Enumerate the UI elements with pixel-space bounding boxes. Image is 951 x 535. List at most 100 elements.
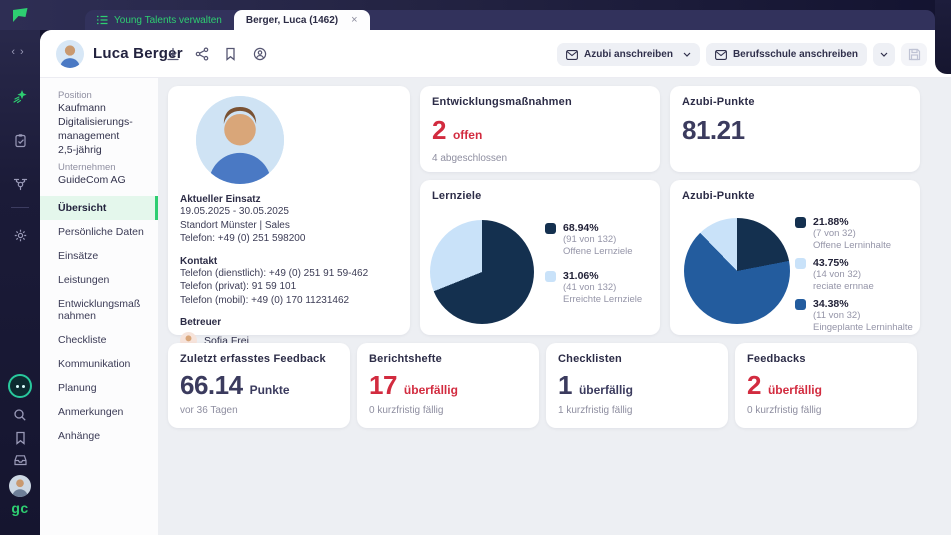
card-title: Lernziele (432, 190, 648, 202)
legend-swatch (795, 258, 806, 269)
app-window: ‹› gc (0, 0, 951, 535)
phone-mobil: Telefon (mobil): +49 (0) 170 11231462 (180, 295, 398, 308)
feedbacks-suffix: überfällig (768, 383, 822, 397)
inbox-icon[interactable] (0, 453, 40, 467)
kontakt-label: Kontakt (180, 256, 398, 267)
tab-young-talents[interactable]: Young Talents verwalten (85, 10, 234, 30)
sidebar-item-entwicklungsmassnahmen[interactable]: Entwicklungsmaßnahmen (40, 292, 152, 328)
close-icon[interactable]: × (351, 14, 357, 26)
azubi-punkte-legend: 21.88% (7 von 32) Offene Lerninhalte 43.… (795, 216, 913, 333)
phone-privat: Telefon (privat): 91 59 101 (180, 281, 398, 294)
legend-swatch (795, 217, 806, 228)
azubi-punkte-chart-card: Azubi-Punkte 21.88% (7 von 32) Offene Le… (670, 180, 920, 335)
sidebar-item-persoenliche-daten[interactable]: Persönliche Daten (40, 220, 158, 244)
sidebar-item-checkliste[interactable]: Checkliste (40, 328, 158, 352)
sidebar-item-anmerkungen[interactable]: Anmerkungen (40, 400, 158, 424)
berufsschule-anschreiben-button[interactable]: Berufsschule anschreiben (706, 43, 867, 66)
checklisten-value: 1 (558, 371, 572, 399)
checklisten-stat-card: Checklisten 1 überfällig 1 kurzfristig f… (546, 343, 728, 428)
sidebar-item-uebersicht[interactable]: Übersicht (40, 196, 158, 220)
card-title: Feedbacks (747, 353, 905, 365)
profile-photo (196, 96, 284, 184)
sidebar-nav: Übersicht Persönliche Daten Einsätze Lei… (40, 196, 158, 448)
feedback-stat-card: Zuletzt erfasstes Feedback 66.14 Punkte … (168, 343, 350, 428)
floppy-save-icon (908, 48, 921, 61)
legend-item: 31.06% (41 von 132) Erreichte Lernziele (545, 270, 642, 305)
legend-swatch (545, 271, 556, 282)
gear-icon[interactable] (0, 228, 40, 243)
berichtshefte-stat-card: Berichtshefte 17 überfällig 0 kurzfristi… (357, 343, 539, 428)
envelope-icon (566, 50, 578, 60)
offen-count: 2 (432, 116, 446, 144)
sidebar-item-einsaetze[interactable]: Einsätze (40, 244, 158, 268)
azubi-punkte-pie-chart (684, 218, 790, 324)
legend-item: 21.88% (7 von 32) Offene Lerninhalte (795, 216, 913, 251)
button-label: Azubi anschreiben (584, 49, 673, 60)
chevron-down-icon (683, 52, 691, 57)
betreuer-label: Betreuer (180, 317, 398, 328)
clipboard-icon[interactable] (0, 133, 40, 148)
profile-card: Aktueller Einsatz 19.05.2025 - 30.05.202… (168, 86, 410, 335)
checklisten-sub: 1 kurzfristig fällig (558, 405, 716, 416)
berufsschule-dropdown-button[interactable] (873, 43, 895, 66)
tab-label: Young Talents verwalten (114, 15, 222, 26)
legend-item: 68.94% (91 von 132) Offene Lernziele (545, 222, 642, 257)
talents-star-icon[interactable] (0, 88, 40, 105)
feedback-suffix: Punkte (250, 383, 290, 397)
search-icon[interactable] (0, 408, 40, 422)
history-chevrons[interactable]: ‹› (0, 46, 40, 58)
corner-decoration (935, 0, 951, 74)
lernziele-chart-card: Lernziele 68.94% (91 von 132) Offene Ler… (420, 180, 660, 335)
content-panel: Luca Berger Azubi anschreiben (40, 30, 951, 535)
einsatz-label: Aktueller Einsatz (180, 194, 398, 205)
card-title: Azubi-Punkte (682, 96, 908, 108)
legend-item: 34.38% (11 von 32) Eingeplante Lerninhal… (795, 298, 913, 333)
guidecom-logo-icon (12, 7, 29, 24)
einsatz-location: Standort Münster | Sales (180, 220, 398, 233)
feedback-sub: vor 36 Tagen (180, 405, 338, 416)
offen-label: offen (453, 128, 482, 142)
gc-logo: gc (0, 500, 40, 516)
sidebar-item-kommunikation[interactable]: Kommunikation (40, 352, 158, 376)
assistant-robot-icon[interactable] (0, 374, 40, 398)
share-icon[interactable] (195, 47, 209, 61)
drone-icon[interactable] (0, 177, 40, 192)
avatar (56, 40, 84, 68)
card-title: Berichtshefte (369, 353, 527, 365)
lernziele-legend: 68.94% (91 von 132) Offene Lernziele 31.… (545, 222, 642, 305)
azubi-anschreiben-button[interactable]: Azubi anschreiben (557, 43, 700, 66)
card-title: Checklisten (558, 353, 716, 365)
tab-strip: Young Talents verwalten Berger, Luca (14… (85, 10, 935, 30)
button-label: Berufsschule anschreiben (733, 49, 858, 60)
bookmark-icon[interactable] (0, 431, 40, 445)
azubi-punkte-card: Azubi-Punkte 81.21 (670, 86, 920, 172)
company-value: GuideCom AG (58, 173, 150, 187)
left-rail: ‹› gc (0, 0, 40, 535)
position-value: Kaufmann Digitalisierungs- management 2,… (58, 101, 150, 157)
download-icon[interactable] (166, 47, 180, 61)
berichtshefte-suffix: überfällig (404, 383, 458, 397)
envelope-icon (715, 50, 727, 60)
tab-berger-luca[interactable]: Berger, Luca (1462) × (234, 10, 370, 30)
card-title: Entwicklungsmaßnahmen (432, 96, 648, 108)
list-icon (97, 15, 108, 25)
phone-dienstlich: Telefon (dienstlich): +49 (0) 251 91 59-… (180, 268, 398, 281)
card-title: Zuletzt erfasstes Feedback (180, 353, 338, 365)
user-avatar[interactable] (0, 475, 40, 497)
save-button[interactable] (901, 43, 927, 66)
einsatz-dates: 19.05.2025 - 30.05.2025 (180, 206, 398, 219)
legend-swatch (545, 223, 556, 234)
overview-content: Aktueller Einsatz 19.05.2025 - 30.05.202… (158, 78, 951, 535)
profile-header: Luca Berger Azubi anschreiben (40, 30, 951, 78)
berichtshefte-value: 17 (369, 371, 397, 399)
sidebar-item-leistungen[interactable]: Leistungen (40, 268, 158, 292)
punkte-value: 81.21 (682, 116, 745, 144)
profile-circle-icon[interactable] (253, 47, 267, 61)
bookmark-icon[interactable] (224, 47, 238, 61)
tab-label: Berger, Luca (1462) (246, 15, 338, 26)
chevron-down-icon (880, 52, 888, 57)
entwicklungsmassnahmen-card: Entwicklungsmaßnahmen 2 offen 4 abgeschl… (420, 86, 660, 172)
card-title: Azubi-Punkte (682, 190, 908, 202)
sidebar-item-planung[interactable]: Planung (40, 376, 158, 400)
sidebar-item-anhaenge[interactable]: Anhänge (40, 424, 158, 448)
